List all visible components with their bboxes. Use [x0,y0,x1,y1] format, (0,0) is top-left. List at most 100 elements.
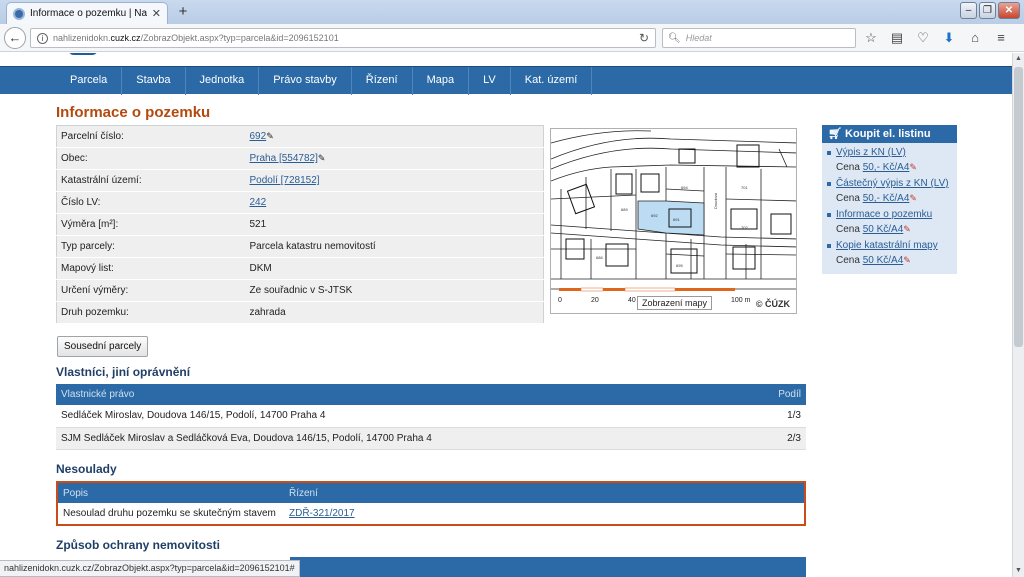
buy-entry: Částečný výpis z KN (LV) Cena 50,- Kč/A4✎ [826,177,953,206]
nav-item-3[interactable]: Právo stavby [259,67,352,95]
info-value: 521 [249,219,267,230]
buy-entry-link[interactable]: Informace o pozemku [836,209,932,220]
restore-button[interactable]: ❐ [979,2,996,19]
info-value[interactable]: 242 [250,197,267,208]
browser-titlebar: Informace o pozemku | Nahlí ✕ + – ❐ ✕ [0,0,1024,24]
cadastral-map[interactable]: 692 691 689 694 701 702 686 695 Doudova … [550,128,797,314]
scroll-up-icon[interactable]: ▲ [1013,53,1024,65]
menu-icon[interactable]: ≡ [994,30,1008,45]
info-value: Ze souřadnic v S-JTSK [249,285,353,296]
bookmark-star-icon[interactable]: ☆ [864,30,878,45]
pencil-icon[interactable]: ✎ [318,153,326,163]
site-info-icon[interactable]: i [37,32,48,44]
buy-entry-link[interactable]: Kopie katastrální mapy [836,240,938,251]
nav-item-2[interactable]: Jednotka [186,67,260,95]
info-value-cell: 242 [245,191,544,214]
neighbor-parcels-button[interactable]: Sousední parcely [57,336,149,357]
buy-entry-price[interactable]: 50 Kč/A4 [863,255,904,266]
parcel-info-table: Parcelní číslo: 692✎ Obec: Praha [554782]✎ K… [56,125,544,324]
nav-item-0[interactable]: Parcela [56,67,123,95]
info-value[interactable]: Praha [554782] [250,153,318,164]
buy-entry-price-label: Cena [836,224,863,235]
owner-name: Sedláček Miroslav, Doudova 146/15, Podol… [56,405,747,428]
main-nav-items: Parcela Stavba Jednotka Právo stavby Řízení M… [56,67,593,95]
pencil-icon: ✎ [909,193,917,203]
minimize-button[interactable]: – [960,2,977,19]
nav-item-5[interactable]: Mapa [413,67,470,95]
info-row: Mapový list: DKM [56,257,544,280]
info-row: Výměra [m²]: 521 [56,213,544,236]
scale-label-0: 0 [558,297,562,304]
info-value[interactable]: 692 [250,131,267,142]
info-label: Parcelní číslo: [56,125,246,148]
map-copyright: © ČÚZK [755,299,790,309]
owner-name: SJM Sedláček Miroslav a Sedláčková Eva, … [56,427,747,450]
nesoulad-row: Nesoulad druhu pozemku se skutečným stav… [57,503,805,526]
info-value[interactable]: Podolí [728152] [250,175,320,186]
info-value: Parcela katastru nemovitostí [249,241,376,252]
info-value: zahrada [249,307,286,318]
scale-label-100: 100 m [731,297,751,304]
url-host: cuzk.cz [110,33,141,43]
buy-entry: Informace o pozemku Cena 50 Kč/A4✎ [826,208,953,237]
reading-list-icon[interactable]: ▤ [890,30,904,45]
site-logo [68,53,98,55]
svg-text:695: 695 [676,263,683,268]
info-label: Katastrální území: [56,169,246,192]
buy-listing-entries: Výpis z KN (LV) Cena 50,- Kč/A4✎ Částečný … [822,143,957,274]
scroll-down-icon[interactable]: ▼ [1013,565,1024,577]
info-row: Určení výměry: Ze souřadnic v S-JTSK [56,279,544,302]
new-tab-button[interactable]: + [174,3,192,21]
scrollbar-thumb[interactable] [1014,67,1023,347]
main-navigation: Parcela Stavba Jednotka Právo stavby Řízení M… [0,66,1012,95]
buy-entry: Kopie katastrální mapy Cena 50 Kč/A4✎ [826,239,953,268]
nesoulad-desc: Nesoulad druhu pozemku se skutečným stav… [57,503,284,526]
owner-row: SJM Sedláček Miroslav a Sedláčková Eva, … [56,427,806,450]
info-label: Typ parcely: [56,235,246,258]
nav-item-1[interactable]: Stavba [122,67,186,95]
buy-entry-link[interactable]: Výpis z KN (LV) [836,147,906,158]
back-button[interactable]: ← [4,27,26,49]
map-tooltip: Zobrazení mapy [637,296,713,310]
nesoulad-proc-link[interactable]: ZDŘ-321/2017 [289,508,355,519]
info-label: Mapový list: [56,257,246,280]
buy-entry-price-label: Cena [836,162,863,173]
info-row: Číslo LV: 242 [56,191,544,214]
close-tab-icon[interactable]: ✕ [152,7,161,20]
reload-icon[interactable]: ↻ [639,31,649,45]
buy-entry-price[interactable]: 50 Kč/A4 [863,224,904,235]
nav-item-4[interactable]: Řízení [352,67,413,95]
nesoulady-heading: Nesoulady [56,462,117,476]
protection-heading: Způsob ochrany nemovitosti [56,538,221,552]
nesoulady-header-row: Popis Řízení [57,482,805,503]
close-window-button[interactable]: ✕ [998,2,1020,19]
url-bar[interactable]: i nahlizenidokn.cuzk.cz/ZobrazObjekt.asp… [30,28,656,48]
info-value-cell: zahrada [245,301,544,324]
pocket-icon[interactable]: ♡ [916,30,930,45]
info-value-cell: Ze souřadnic v S-JTSK [245,279,544,302]
owners-header-row: Vlastnické právo Podíl [56,384,806,405]
search-icon: 🔍︎ [668,32,681,44]
buy-entry-link[interactable]: Částečný výpis z KN (LV) [836,178,949,189]
url-text[interactable]: nahlizenidokn.cuzk.cz/ZobrazObjekt.aspx?… [53,33,634,43]
info-value-cell: 521 [245,213,544,236]
info-value-cell: Podolí [728152] [245,169,544,192]
buy-entry-price[interactable]: 50,- Kč/A4 [863,162,910,173]
vertical-scrollbar[interactable]: ▲ ▼ [1012,53,1024,577]
download-icon[interactable]: ⬇ [942,30,956,45]
info-value-cell: Parcela katastru nemovitostí [245,235,544,258]
buy-listing-header: 🛒︎ Koupit el. listinu [822,125,957,143]
browser-tab[interactable]: Informace o pozemku | Nahlí ✕ [6,2,168,24]
home-icon[interactable]: ⌂ [968,30,982,45]
pencil-icon[interactable]: ✎ [266,131,274,141]
search-bar[interactable]: 🔍︎ Hledat [662,28,856,48]
owners-col-share: Podíl [746,384,806,405]
url-prefix: nahlizenidokn. [53,33,111,43]
nav-item-7[interactable]: Kat. území [511,67,593,95]
buy-entry-price[interactable]: 50,- Kč/A4 [863,193,910,204]
owner-share: 2/3 [746,427,806,450]
search-placeholder: Hledat [685,33,712,43]
buy-entry-price-label: Cena [836,193,863,204]
nav-item-6[interactable]: LV [469,67,511,95]
buy-listing-box: 🛒︎ Koupit el. listinu Výpis z KN (LV) Cen… [822,125,957,274]
